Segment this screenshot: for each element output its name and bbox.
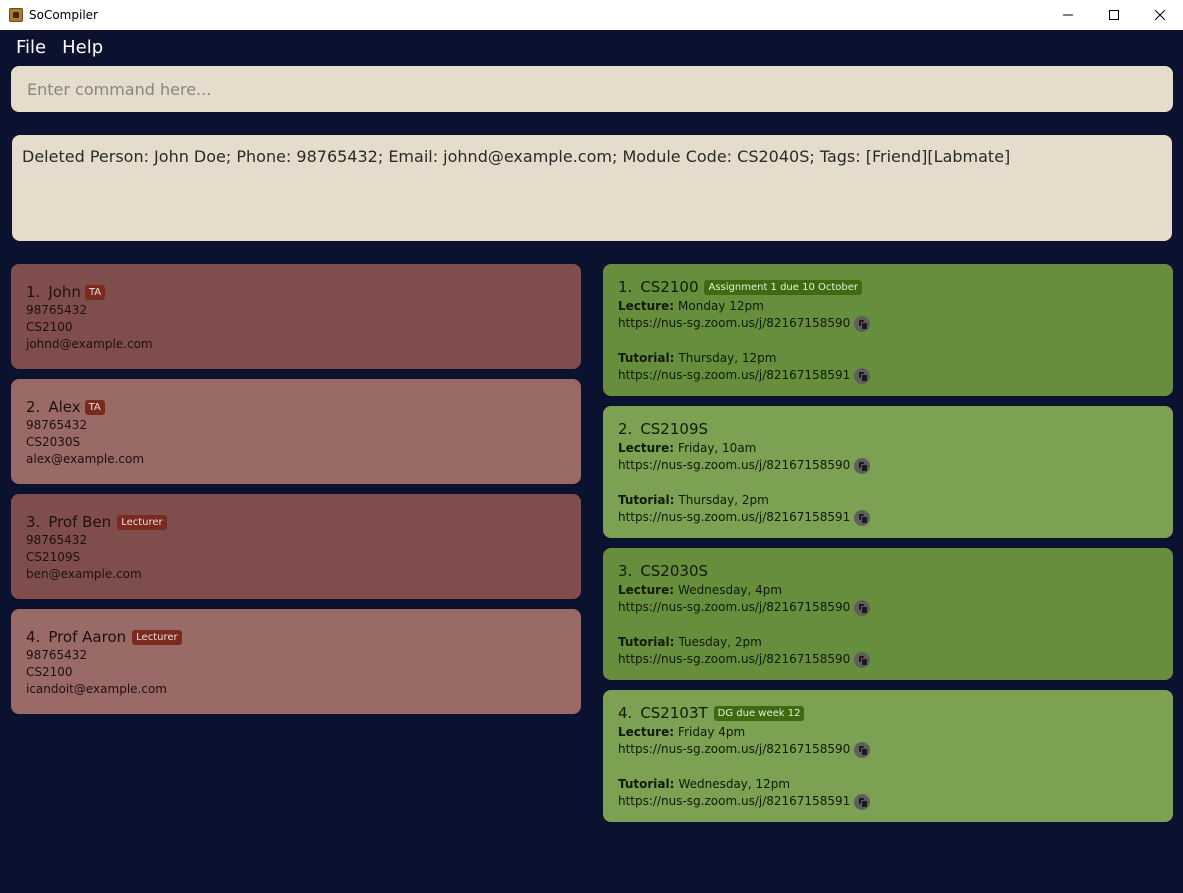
lecture-label: Lecture: [618, 299, 675, 313]
module-index: 1. [618, 278, 633, 296]
window-controls [1045, 0, 1183, 30]
person-name: Alex [48, 398, 81, 416]
person-name: John [48, 283, 81, 301]
lecture-time: Friday, 10am [678, 441, 757, 455]
lecture-link[interactable]: https://nus-sg.zoom.us/j/82167158590 [618, 741, 850, 758]
module-code: CS2109S [640, 420, 709, 438]
lecture-link[interactable]: https://nus-sg.zoom.us/j/82167158590 [618, 599, 850, 616]
module-card[interactable]: 1. CS2100 Assignment 1 due 10 October Le… [603, 264, 1173, 396]
person-index: 4. [26, 628, 41, 646]
person-phone: 98765432 [26, 418, 88, 432]
person-email: ben@example.com [26, 567, 142, 581]
copy-icon[interactable] [854, 315, 871, 332]
close-icon [1155, 10, 1165, 20]
result-display: Deleted Person: John Doe; Phone: 9876543… [12, 135, 1172, 241]
command-input[interactable] [11, 66, 1173, 112]
person-tag: TA [84, 284, 106, 300]
module-index: 4. [618, 704, 633, 722]
lecture-label: Lecture: [618, 725, 675, 739]
tutorial-time: Tuesday, 2pm [678, 635, 762, 649]
person-tag: Lecturer [117, 514, 167, 530]
person-name: Prof Ben [48, 513, 112, 531]
person-phone: 98765432 [26, 303, 88, 317]
maximize-button[interactable] [1091, 0, 1137, 30]
tutorial-link[interactable]: https://nus-sg.zoom.us/j/82167158591 [618, 509, 850, 526]
lecture-link[interactable]: https://nus-sg.zoom.us/j/82167158590 [618, 315, 850, 332]
copy-icon[interactable] [854, 457, 871, 474]
person-phone: 98765432 [26, 533, 88, 547]
tutorial-label: Tutorial: [618, 635, 675, 649]
tutorial-label: Tutorial: [618, 351, 675, 365]
tutorial-link[interactable]: https://nus-sg.zoom.us/j/82167158590 [618, 651, 850, 668]
module-tag: DG due week 12 [713, 705, 805, 721]
copy-icon[interactable] [854, 599, 871, 616]
person-phone: 98765432 [26, 648, 88, 662]
lecture-label: Lecture: [618, 441, 675, 455]
person-email: alex@example.com [26, 452, 145, 466]
lecture-label: Lecture: [618, 583, 675, 597]
person-module: CS2030S [26, 435, 81, 449]
copy-icon[interactable] [854, 509, 871, 526]
menu-bar: File Help [0, 30, 1183, 64]
person-index: 2. [26, 398, 41, 416]
module-code: CS2030S [640, 562, 709, 580]
tutorial-time: Thursday, 2pm [678, 493, 769, 507]
module-code: CS2103T [640, 704, 708, 722]
minimize-icon [1063, 14, 1073, 16]
lecture-time: Wednesday, 4pm [678, 583, 783, 597]
tutorial-link[interactable]: https://nus-sg.zoom.us/j/82167158591 [618, 367, 850, 384]
module-code: CS2100 [640, 278, 699, 296]
copy-icon[interactable] [854, 741, 871, 758]
person-card[interactable]: 3. Prof Ben Lecturer 98765432 CS2109S be… [11, 494, 581, 599]
module-tag: Assignment 1 due 10 October [704, 279, 863, 295]
person-index: 1. [26, 283, 41, 301]
person-module: CS2109S [26, 550, 81, 564]
title-bar: SoCompiler [0, 0, 1183, 30]
person-email: johnd@example.com [26, 337, 153, 351]
person-tag: Lecturer [132, 629, 182, 645]
close-button[interactable] [1137, 0, 1183, 30]
module-card[interactable]: 4. CS2103T DG due week 12 Lecture: Friday… [603, 690, 1173, 822]
person-module: CS2100 [26, 665, 73, 679]
minimize-button[interactable] [1045, 0, 1091, 30]
person-card[interactable]: 2. Alex TA 98765432 CS2030S alex@example… [11, 379, 581, 484]
module-index: 3. [618, 562, 633, 580]
window-title: SoCompiler [29, 8, 98, 22]
menu-file[interactable]: File [16, 37, 46, 58]
person-card[interactable]: 1. John TA 98765432 CS2100 johnd@example… [11, 264, 581, 369]
person-index: 3. [26, 513, 41, 531]
lecture-time: Monday 12pm [678, 299, 764, 313]
tutorial-link[interactable]: https://nus-sg.zoom.us/j/82167158591 [618, 793, 850, 810]
copy-icon[interactable] [854, 367, 871, 384]
menu-help[interactable]: Help [62, 37, 103, 58]
module-card[interactable]: 2. CS2109S Lecture: Friday, 10am https://… [603, 406, 1173, 538]
person-email: icandoit@example.com [26, 682, 167, 696]
app-icon [9, 8, 23, 22]
tutorial-label: Tutorial: [618, 493, 675, 507]
tutorial-time: Wednesday, 12pm [678, 777, 791, 791]
module-index: 2. [618, 420, 633, 438]
lecture-time: Friday 4pm [678, 725, 746, 739]
person-module: CS2100 [26, 320, 73, 334]
tutorial-time: Thursday, 12pm [678, 351, 777, 365]
copy-icon[interactable] [854, 651, 871, 668]
person-name: Prof Aaron [48, 628, 127, 646]
copy-icon[interactable] [854, 793, 871, 810]
result-text: Deleted Person: John Doe; Phone: 9876543… [22, 147, 1011, 166]
person-card[interactable]: 4. Prof Aaron Lecturer 98765432 CS2100 i… [11, 609, 581, 714]
module-card[interactable]: 3. CS2030S Lecture: Wednesday, 4pm https:… [603, 548, 1173, 680]
lecture-link[interactable]: https://nus-sg.zoom.us/j/82167158590 [618, 457, 850, 474]
person-tag: TA [84, 399, 105, 415]
tutorial-label: Tutorial: [618, 777, 675, 791]
maximize-icon [1109, 10, 1119, 20]
